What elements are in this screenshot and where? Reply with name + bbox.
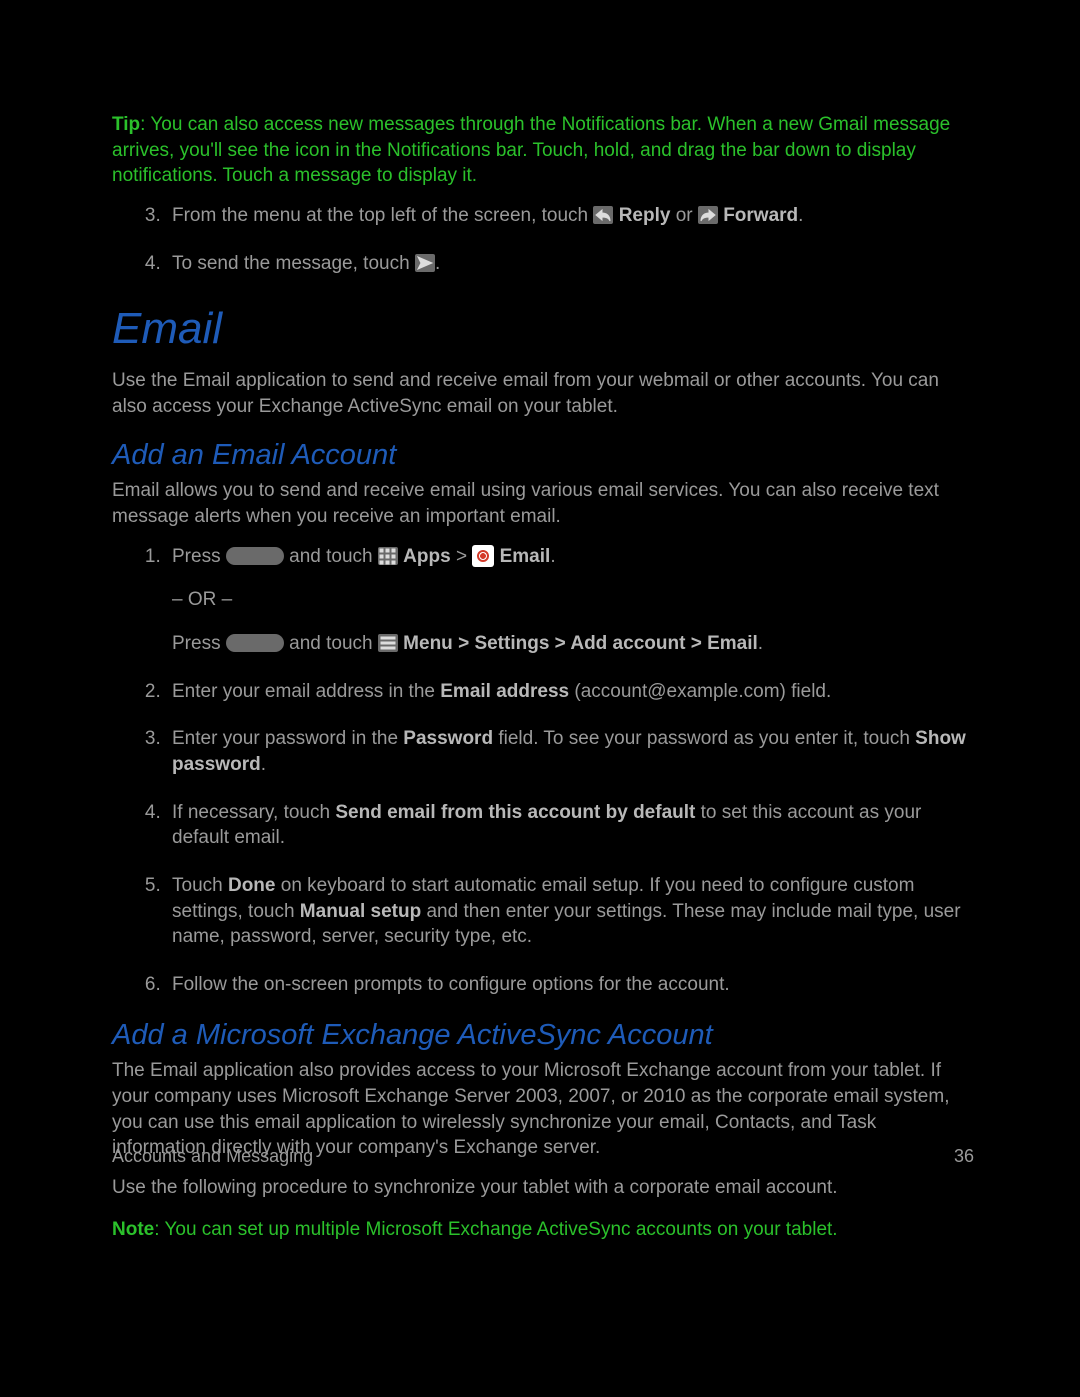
s2b: Email address xyxy=(440,681,569,702)
forward-label: Forward xyxy=(723,205,798,226)
note-block: Note: You can set up multiple Microsoft … xyxy=(112,1217,974,1243)
email-app-icon xyxy=(472,545,494,567)
s1-or: – OR – xyxy=(172,589,232,610)
s1-dot: . xyxy=(550,546,555,567)
heading-add-account: Add an Email Account xyxy=(112,439,974,472)
s4a: If necessary, touch xyxy=(172,802,335,823)
tip-label: Tip xyxy=(112,114,140,135)
s1-press: Press xyxy=(172,546,226,567)
s3c: field. To see your password as you enter… xyxy=(493,728,915,749)
add-step-1: Press and touch Apps > Email. – OR – Pre… xyxy=(166,544,974,657)
s1-emailb: Email xyxy=(707,633,758,654)
s1-andtouch2: and touch xyxy=(289,633,378,654)
forward-icon xyxy=(698,206,718,224)
sleep-wake-icon xyxy=(226,547,284,565)
note-text: : You can set up multiple Microsoft Exch… xyxy=(154,1219,837,1240)
add-step-6: Follow the on-screen prompts to configur… xyxy=(166,972,974,998)
s1-addacct: Add account xyxy=(570,633,685,654)
reply-icon xyxy=(593,206,613,224)
tip-text: : You can also access new messages throu… xyxy=(112,114,950,186)
reply-label: Reply xyxy=(619,205,671,226)
tip-block: Tip: You can also access new messages th… xyxy=(112,112,974,189)
s5b: Done xyxy=(228,875,276,896)
continued-steps: From the menu at the top left of the scr… xyxy=(112,203,974,276)
s1-apps: Apps xyxy=(403,546,451,567)
add-account-steps: Press and touch Apps > Email. – OR – Pre… xyxy=(112,544,974,998)
s4b: Send email from this account by default xyxy=(335,802,695,823)
s2a: Enter your email address in the xyxy=(172,681,440,702)
menu-icon xyxy=(378,634,398,652)
s5a: Touch xyxy=(172,875,228,896)
s1-andtouch: and touch xyxy=(289,546,378,567)
step-3-text-a: From the menu at the top left of the scr… xyxy=(172,205,593,226)
send-icon xyxy=(415,254,435,272)
add-step-3: Enter your password in the Password fiel… xyxy=(166,726,974,777)
footer-section: Accounts and Messaging xyxy=(112,1146,313,1167)
apps-grid-icon xyxy=(378,547,398,565)
s1-email: Email xyxy=(500,546,551,567)
add-step-2: Enter your email address in the Email ad… xyxy=(166,679,974,705)
step-4-text: To send the message, touch xyxy=(172,253,415,274)
footer-page-number: 36 xyxy=(954,1146,974,1167)
s3a: Enter your password in the xyxy=(172,728,403,749)
step-3: From the menu at the top left of the scr… xyxy=(166,203,974,229)
s3e: . xyxy=(261,754,266,775)
add-step-4: If necessary, touch Send email from this… xyxy=(166,800,974,851)
page: Tip: You can also access new messages th… xyxy=(0,0,1080,1397)
add-step-5: Touch Done on keyboard to start automati… xyxy=(166,873,974,950)
s5d: Manual setup xyxy=(300,901,421,922)
s2c: (account@example.com) field. xyxy=(569,681,831,702)
s1-menu: Menu xyxy=(403,633,453,654)
s1-gt1: > xyxy=(456,546,472,567)
s3b: Password xyxy=(403,728,493,749)
s1-press2: Press xyxy=(172,633,226,654)
step-3-period: . xyxy=(798,205,803,226)
note-label: Note xyxy=(112,1219,154,1240)
exchange-use: Use the following procedure to synchroni… xyxy=(112,1175,974,1201)
page-footer: Accounts and Messaging 36 xyxy=(112,1146,974,1167)
add-intro: Email allows you to send and receive ema… xyxy=(112,478,974,529)
heading-email: Email xyxy=(112,304,974,354)
step-3-or: or xyxy=(676,205,698,226)
email-intro: Use the Email application to send and re… xyxy=(112,368,974,419)
step-4: To send the message, touch . xyxy=(166,251,974,277)
sleep-wake-icon-2 xyxy=(226,634,284,652)
s1-settings: Settings xyxy=(474,633,549,654)
heading-exchange: Add a Microsoft Exchange ActiveSync Acco… xyxy=(112,1019,974,1052)
